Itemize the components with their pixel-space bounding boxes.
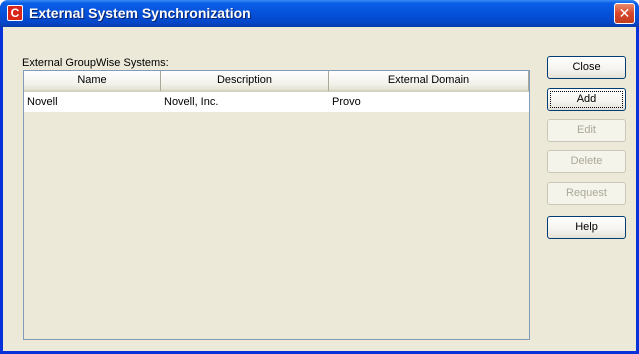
cell-description: Novell, Inc. (164, 96, 219, 108)
column-header-external-domain[interactable]: External Domain (329, 71, 529, 92)
edit-button[interactable]: Edit (547, 119, 626, 142)
table-header: Name Description External Domain (24, 71, 529, 92)
column-header-description[interactable]: Description (161, 71, 329, 92)
novell-c-icon: C (7, 5, 23, 21)
external-systems-label: External GroupWise Systems: (22, 57, 169, 69)
help-button[interactable]: Help (547, 216, 626, 239)
cell-name: Novell (27, 96, 58, 108)
cell-external-domain: Provo (332, 96, 361, 108)
external-systems-list[interactable]: Name Description External Domain Novell … (23, 70, 530, 340)
close-icon[interactable]: ✕ (614, 3, 635, 24)
request-button[interactable]: Request (547, 182, 626, 205)
window-title: External System Synchronization (29, 5, 251, 21)
close-button[interactable]: Close (547, 56, 626, 79)
column-header-name[interactable]: Name (24, 71, 161, 92)
table-row[interactable]: Novell Novell, Inc. Provo (24, 92, 529, 112)
title-bar[interactable]: C External System Synchronization ✕ (0, 0, 639, 27)
add-button[interactable]: Add (547, 88, 626, 111)
delete-button[interactable]: Delete (547, 150, 626, 173)
